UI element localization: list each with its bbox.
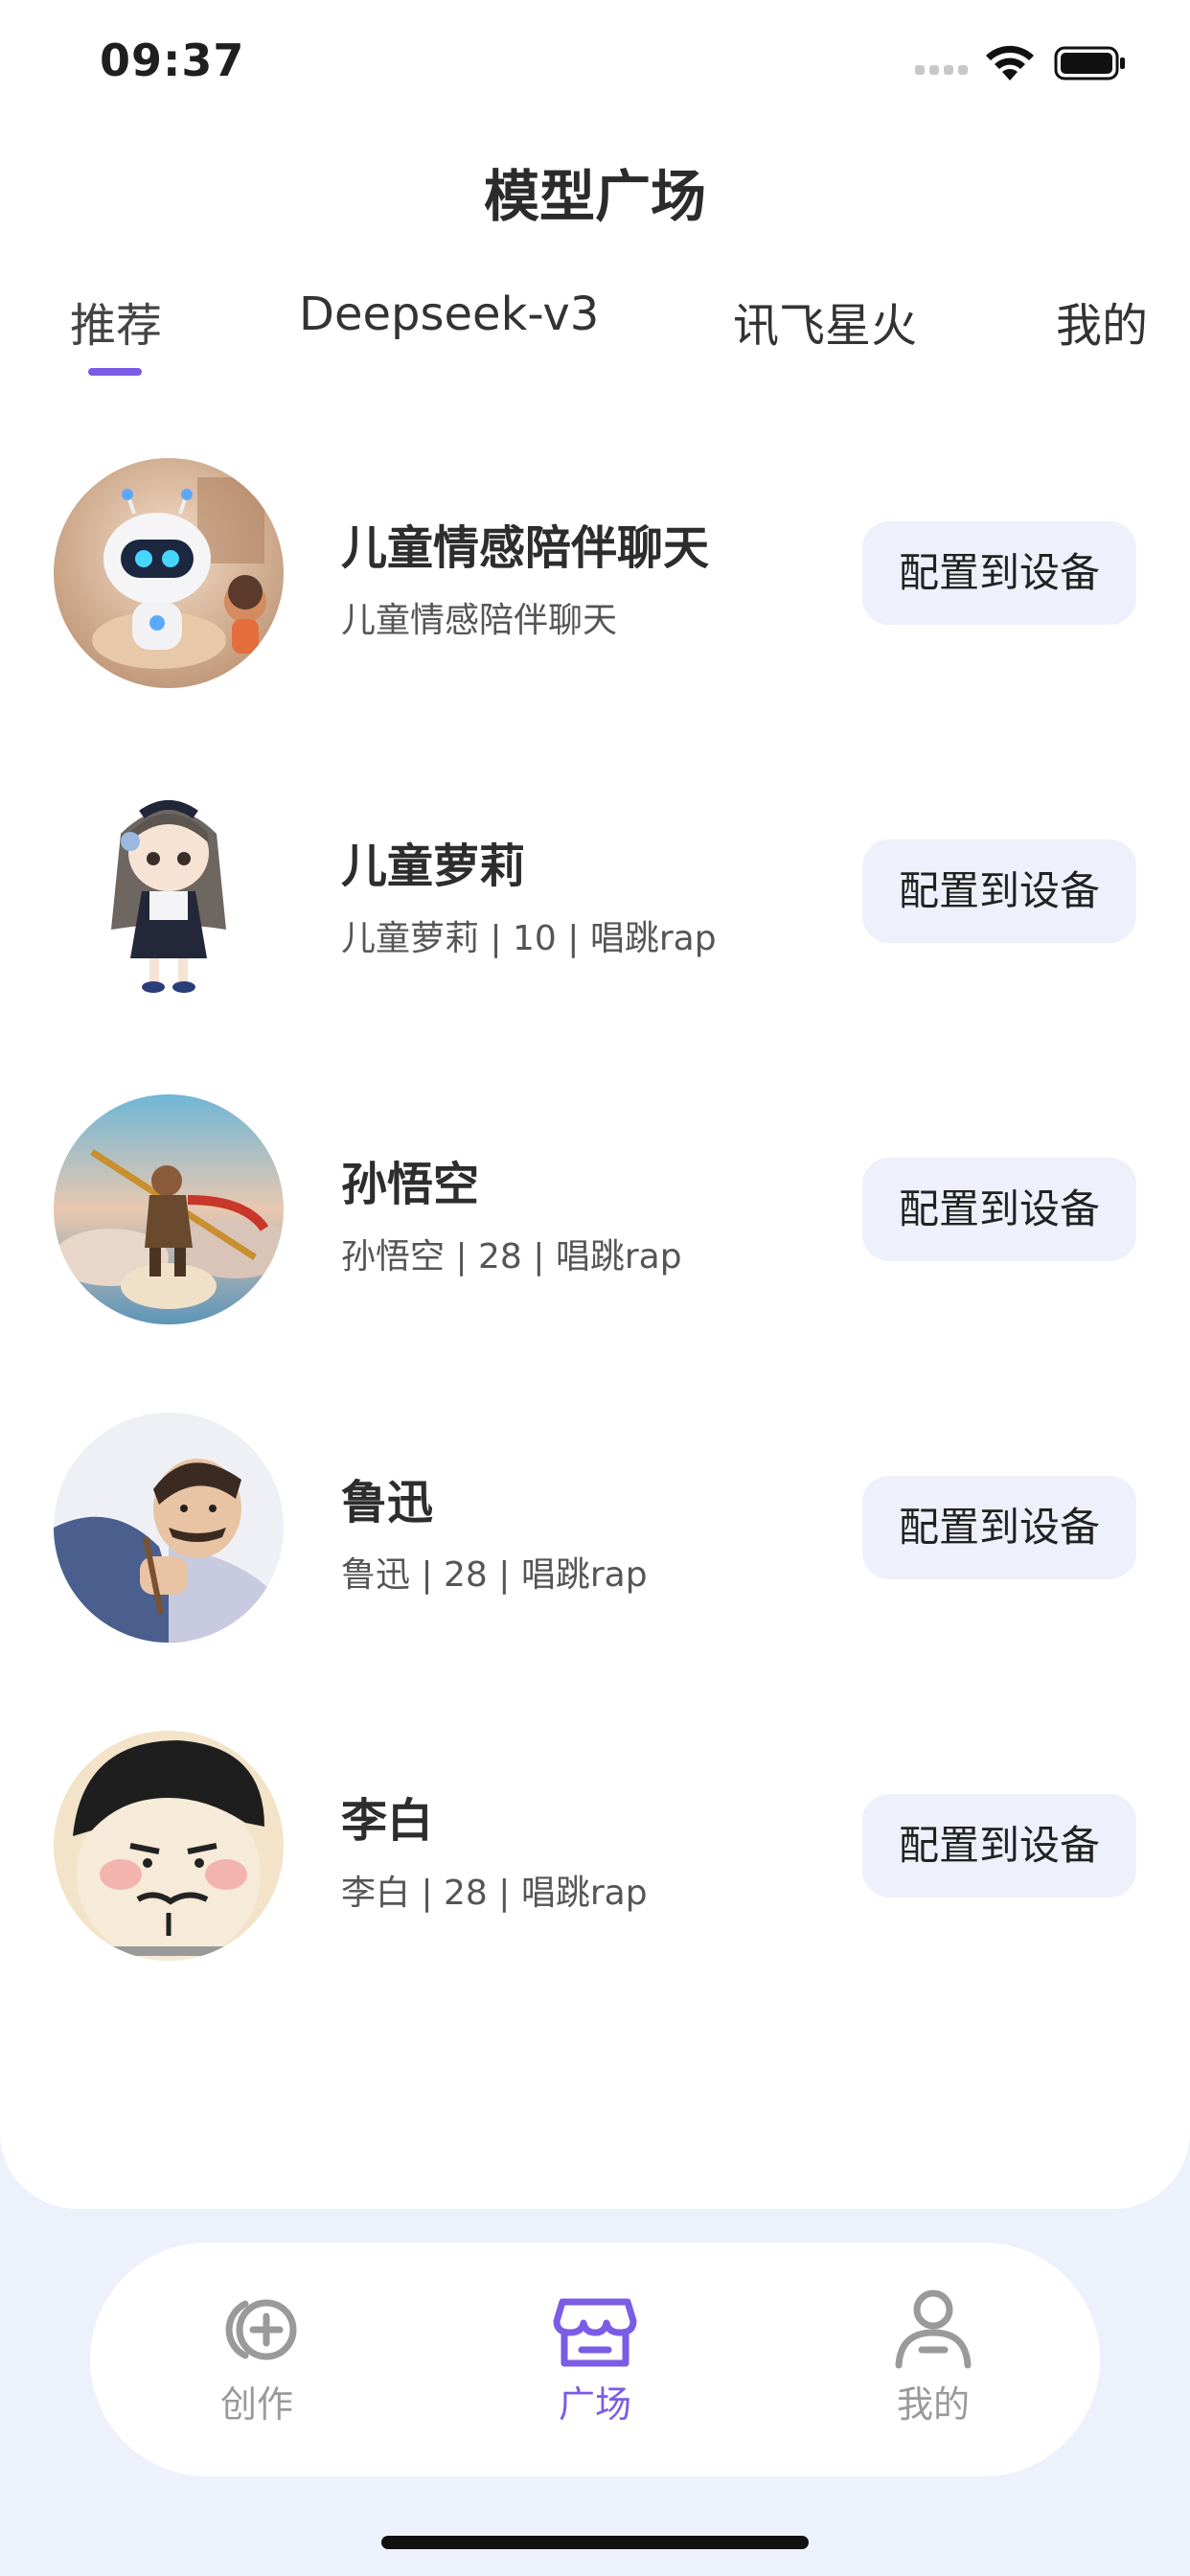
model-desc: 孙悟空 | 28 | 唱跳rap <box>341 1237 682 1276</box>
tab-deepseek[interactable]: Deepseek-v3 <box>299 288 599 341</box>
battery-icon <box>1054 46 1125 80</box>
wifi-icon <box>986 45 1034 80</box>
tab-xunfei[interactable]: 讯飞星火 <box>733 288 917 355</box>
configure-device-button[interactable]: 配置到设备 <box>862 1794 1136 1898</box>
cellular-signal-icon <box>915 65 969 75</box>
bottom-navigation: 创作 广场 我的 <box>90 2242 1100 2476</box>
configure-device-button[interactable]: 配置到设备 <box>862 521 1136 625</box>
model-card[interactable]: 儿童萝莉 儿童萝莉 | 10 | 唱跳rap 配置到设备 <box>0 776 1190 1025</box>
monkey-king-avatar <box>54 1094 284 1324</box>
model-desc: 儿童情感陪伴聊天 <box>341 601 618 640</box>
model-card[interactable]: 儿童情感陪伴聊天 儿童情感陪伴聊天 配置到设备 <box>0 458 1190 707</box>
tab-mine[interactable]: 我的 <box>1056 288 1148 355</box>
store-icon <box>553 2298 637 2367</box>
profile-icon <box>895 2289 972 2369</box>
robot-avatar <box>54 458 284 688</box>
model-card[interactable]: 鲁迅 鲁迅 | 28 | 唱跳rap 配置到设备 <box>0 1413 1190 1662</box>
configure-device-button[interactable]: 配置到设备 <box>862 840 1136 943</box>
model-desc: 儿童萝莉 | 10 | 唱跳rap <box>341 919 717 958</box>
category-tabs: 推荐 Deepseek-v3 讯飞星火 我的 <box>0 288 1190 383</box>
model-desc: 李白 | 28 | 唱跳rap <box>341 1874 648 1913</box>
model-name: 鲁迅 <box>341 1476 434 1530</box>
model-name: 儿童萝莉 <box>341 840 526 893</box>
model-desc: 鲁迅 | 28 | 唱跳rap <box>341 1555 648 1595</box>
model-card[interactable]: 孙悟空 孙悟空 | 28 | 唱跳rap 配置到设备 <box>0 1094 1190 1344</box>
create-icon <box>225 2299 297 2360</box>
model-name: 李白 <box>341 1794 434 1848</box>
page-title: 模型广场 <box>483 164 706 229</box>
configure-device-button[interactable]: 配置到设备 <box>862 1476 1136 1579</box>
status-time: 09:37 <box>100 34 245 86</box>
li-bai-avatar <box>54 1731 284 1961</box>
model-name: 孙悟空 <box>341 1158 480 1211</box>
nav-create[interactable]: 创作 <box>161 2285 353 2427</box>
anime-girl-avatar <box>54 776 284 1006</box>
nav-plaza-label: 广场 <box>558 2383 631 2426</box>
nav-mine[interactable]: 我的 <box>837 2285 1029 2427</box>
lu-xun-avatar <box>54 1413 284 1643</box>
home-indicator <box>381 2536 809 2549</box>
model-name: 儿童情感陪伴聊天 <box>341 521 710 575</box>
tab-recommend[interactable]: 推荐 <box>70 288 162 355</box>
nav-plaza[interactable]: 广场 <box>499 2285 691 2427</box>
nav-mine-label: 我的 <box>896 2383 970 2426</box>
active-tab-indicator <box>88 368 142 376</box>
status-bar: 09:37 <box>0 0 1190 115</box>
model-card[interactable]: 李白 李白 | 28 | 唱跳rap 配置到设备 <box>0 1731 1190 1980</box>
configure-device-button[interactable]: 配置到设备 <box>862 1158 1136 1261</box>
nav-create-label: 创作 <box>219 2383 293 2426</box>
